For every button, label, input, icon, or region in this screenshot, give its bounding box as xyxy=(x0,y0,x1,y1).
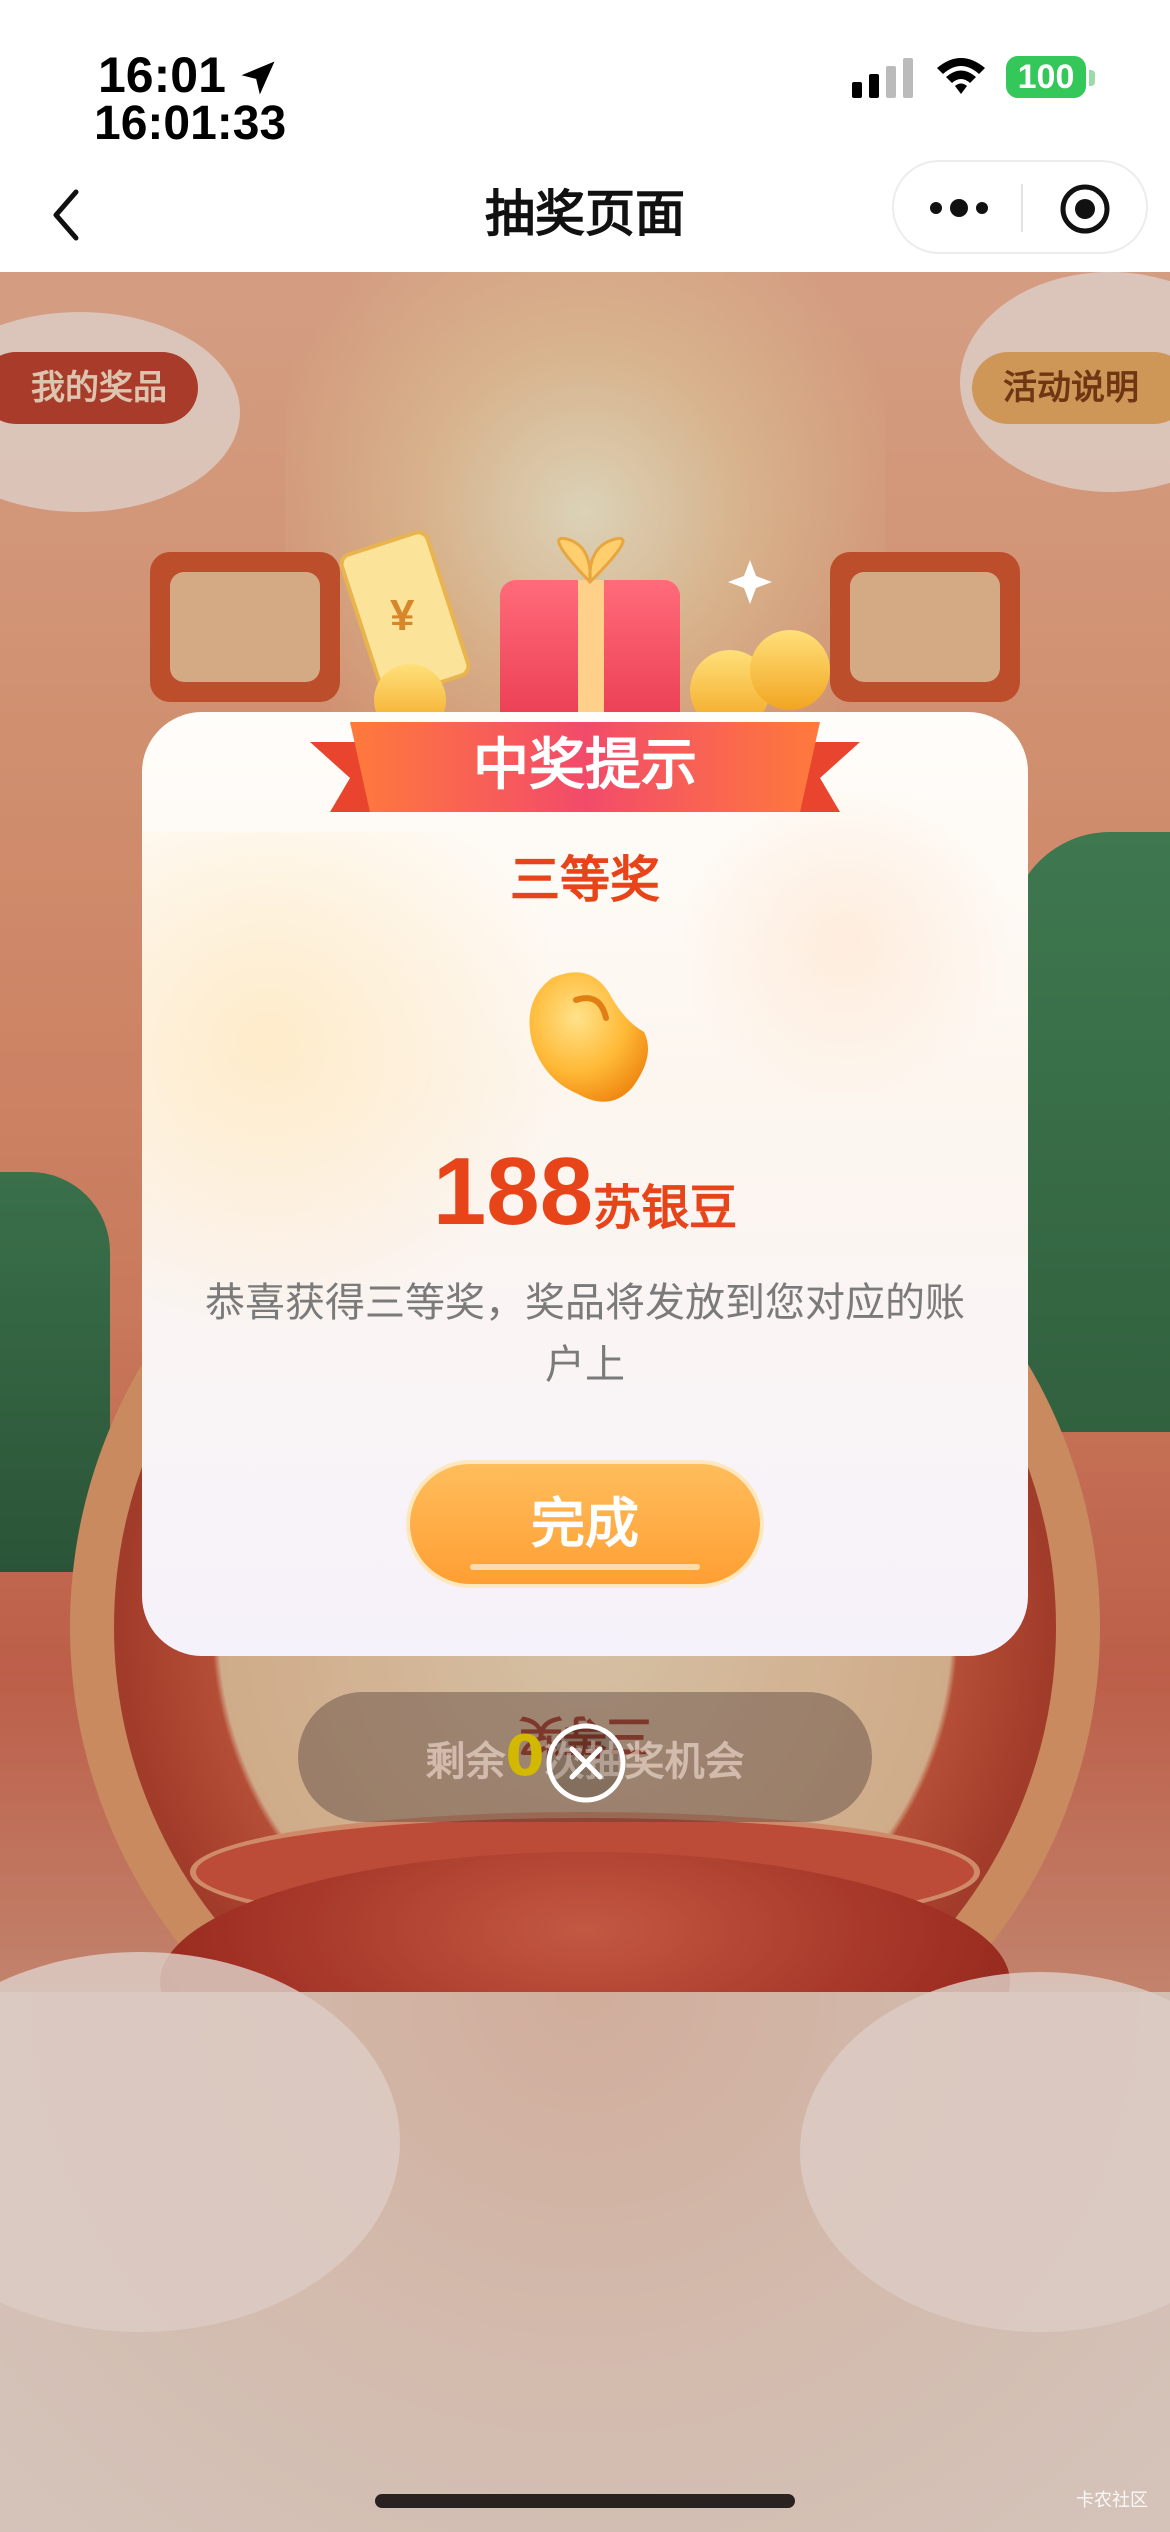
done-button[interactable]: 完成 xyxy=(406,1460,764,1588)
prize-dialog: 三等奖 188苏银豆 恭喜获得三等奖，奖品将发放到您对应的账户上 完成 xyxy=(142,712,1028,1656)
status-bar: 16:01 16:01:33 100 xyxy=(0,0,1170,160)
done-button-label: 完成 xyxy=(531,1492,639,1555)
mini-program-capsule xyxy=(892,160,1148,254)
silver-bean-icon xyxy=(529,972,648,1102)
remaining-count: 0 xyxy=(505,1724,545,1789)
svg-text:¥: ¥ xyxy=(390,591,415,640)
battery-indicator: 100 xyxy=(1006,56,1086,98)
location-arrow-icon xyxy=(241,61,275,95)
button-shine xyxy=(470,1564,700,1570)
prize-amount: 188 xyxy=(432,1138,594,1245)
nav-bar: 抽奖页面 xyxy=(0,160,1170,272)
remaining-prefix: 剩余 xyxy=(425,1739,506,1785)
status-time: 16:01 xyxy=(98,47,226,103)
prize-amount-line: 188苏银豆 xyxy=(142,1142,1028,1269)
cellular-signal-icon xyxy=(852,58,913,98)
wifi-icon xyxy=(937,58,985,94)
battery-cap xyxy=(1089,70,1095,86)
prize-description: 恭喜获得三等奖，奖品将发放到您对应的账户上 xyxy=(205,1280,965,1388)
close-icon[interactable] xyxy=(545,1722,627,1804)
modal-glow xyxy=(662,792,1028,1092)
prize-unit: 苏银豆 xyxy=(593,1180,738,1236)
watermark: 卡农社区 xyxy=(1076,2490,1148,2511)
home-indicator xyxy=(375,2494,795,2508)
capsule-divider xyxy=(1021,184,1023,232)
status-time-seconds: 16:01:33 xyxy=(94,97,287,150)
more-options-icon[interactable] xyxy=(928,192,990,224)
gift-coins-illustration: ¥ xyxy=(339,530,830,740)
dialog-title: 中奖提示 xyxy=(473,733,697,798)
prize-level: 三等奖 xyxy=(510,851,660,909)
close-miniprogram-icon[interactable] xyxy=(1058,182,1112,236)
